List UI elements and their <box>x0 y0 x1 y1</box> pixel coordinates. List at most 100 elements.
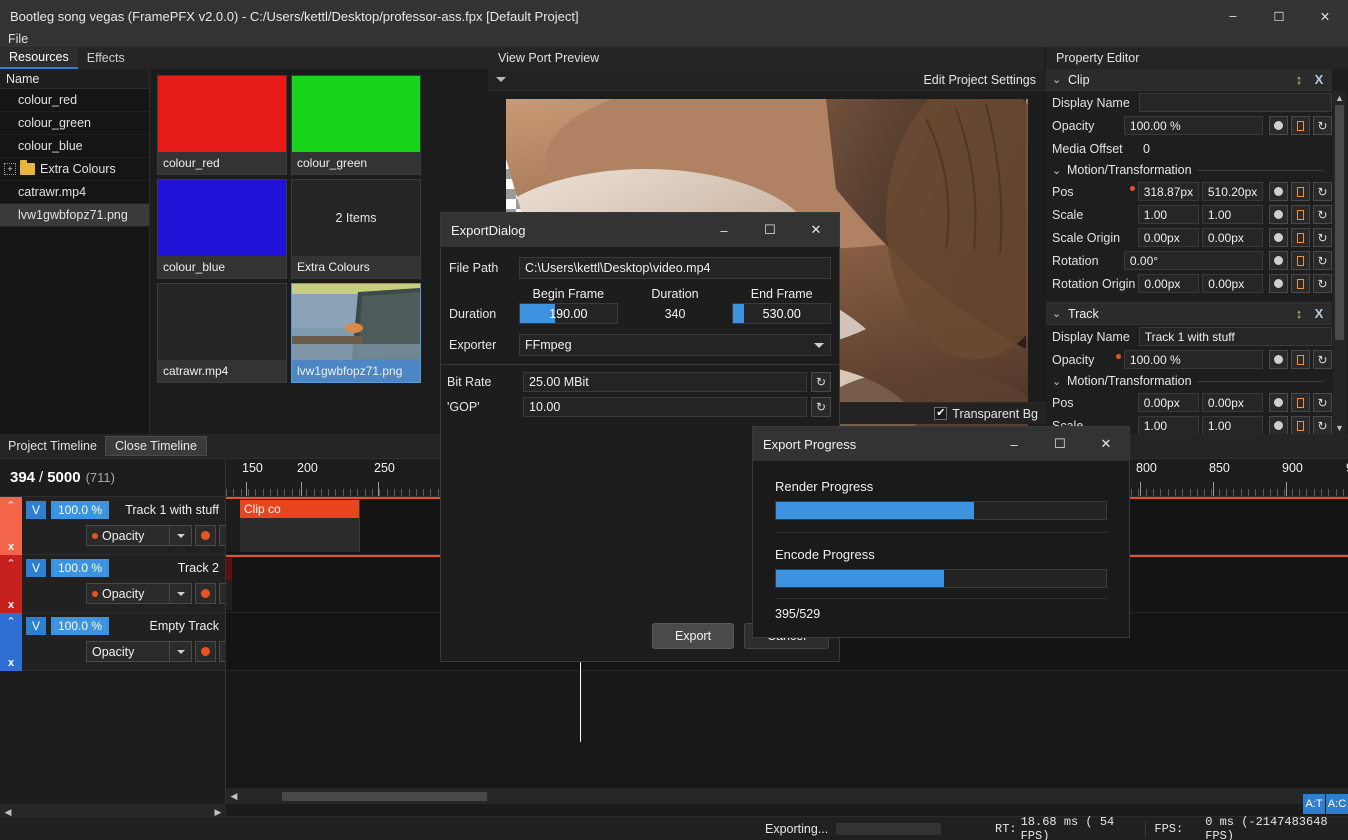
tab-effects[interactable]: Effects <box>78 47 134 69</box>
audio-badge-at[interactable]: A:T <box>1303 794 1325 814</box>
resource-card[interactable]: lvw1gwbfopz71.png <box>291 283 421 383</box>
gop-input[interactable]: 10.00 <box>523 397 807 417</box>
property-input[interactable]: Track 1 with stuff <box>1138 327 1332 346</box>
reset-icon[interactable]: ↻ <box>1313 393 1333 412</box>
track-move-up-icon[interactable]: ⌃ <box>6 615 15 628</box>
export-dialog-close[interactable]: ✕ <box>793 213 839 247</box>
property-subsection-header[interactable]: ⌄ Motion/Transformation <box>1046 371 1332 391</box>
menu-item-file[interactable]: File <box>0 32 36 47</box>
chevron-down-icon[interactable]: ⌄ <box>1052 164 1062 177</box>
property-input-y[interactable]: 0.00px <box>1201 228 1264 247</box>
reset-icon[interactable]: ↻ <box>1313 416 1333 434</box>
resource-tree-item[interactable]: catrawr.mp4 <box>0 181 149 204</box>
minimize-button[interactable]: – <box>1210 0 1256 32</box>
close-icon[interactable]: X <box>1312 306 1326 321</box>
keyframe-toggle-button[interactable] <box>1269 116 1288 135</box>
bit-rate-input[interactable]: 25.00 MBit <box>523 372 807 392</box>
chevron-down-icon[interactable] <box>170 641 192 662</box>
automation-button[interactable] <box>1291 205 1311 224</box>
close-button[interactable]: ✕ <box>1302 0 1348 32</box>
track-delete-icon[interactable]: x <box>8 657 14 669</box>
property-group-header[interactable]: ⌄ Track ↕ X <box>1046 303 1332 325</box>
reset-icon[interactable]: ↻ <box>1313 350 1332 369</box>
keyframe-toggle-button[interactable] <box>1269 182 1289 201</box>
property-input[interactable]: 100.00 % <box>1123 350 1263 369</box>
keyframe-toggle-button[interactable] <box>1269 350 1288 369</box>
resource-card[interactable]: colour_green <box>291 75 421 175</box>
keyframe-toggle-button[interactable] <box>195 641 216 662</box>
chevron-down-icon[interactable] <box>170 525 192 546</box>
timeline-hscrollbar[interactable]: ◀ <box>226 788 1348 804</box>
tab-resources[interactable]: Resources <box>0 47 78 69</box>
export-dialog-maximize[interactable]: ☐ <box>747 213 793 247</box>
automation-button[interactable] <box>1291 251 1310 270</box>
scroll-up-icon[interactable]: ▲ <box>1333 91 1346 104</box>
chevron-down-icon[interactable]: ⌄ <box>1052 307 1062 320</box>
keyframe-toggle-button[interactable] <box>1269 228 1289 247</box>
automation-button[interactable] <box>1291 116 1310 135</box>
track-header[interactable]: ⌃ x V 100.0 % Track 2 Opacity <box>0 555 240 613</box>
track-delete-icon[interactable]: x <box>8 541 14 553</box>
reset-icon[interactable]: ↻ <box>1313 182 1333 201</box>
progress-dialog-close[interactable]: ✕ <box>1083 427 1129 461</box>
automation-param-select[interactable]: Opacity <box>86 525 170 546</box>
keyframe-toggle-button[interactable] <box>1269 416 1289 434</box>
resource-tree-item[interactable]: lvw1gwbfopz71.png <box>0 204 149 227</box>
edit-project-settings-link[interactable]: Edit Project Settings <box>923 73 1036 87</box>
property-scrollbar[interactable]: ▲ ▼ <box>1333 91 1346 434</box>
track-visibility-badge[interactable]: V <box>26 559 46 577</box>
property-input-x[interactable]: 1.00 <box>1137 205 1199 224</box>
track-color-stripe[interactable]: ⌃ x <box>0 613 22 671</box>
property-input-x[interactable]: 318.87px <box>1137 182 1199 201</box>
resource-tree-item[interactable]: colour_green <box>0 112 149 135</box>
track-header[interactable]: ⌃ x V 100.0 % Track 1 with stuff Opacity <box>0 497 240 555</box>
track-opacity-badge[interactable]: 100.0 % <box>51 559 110 577</box>
automation-button[interactable] <box>1291 416 1311 434</box>
property-input-x[interactable]: 0.00px <box>1138 274 1200 293</box>
close-timeline-button[interactable]: Close Timeline <box>104 436 207 456</box>
keyframe-toggle-button[interactable] <box>1269 251 1288 270</box>
property-subsection-header[interactable]: ⌄ Motion/Transformation <box>1046 160 1332 180</box>
export-dialog-minimize[interactable]: – <box>701 213 747 247</box>
automation-button[interactable] <box>1291 350 1310 369</box>
property-input-x[interactable]: 1.00 <box>1137 416 1199 434</box>
property-input-x[interactable]: 0.00px <box>1137 393 1199 412</box>
scroll-down-icon[interactable]: ▼ <box>1333 421 1346 434</box>
timeline-clip[interactable]: Clip co <box>240 500 360 552</box>
keyframe-toggle-button[interactable] <box>1269 205 1289 224</box>
progress-dialog-minimize[interactable]: – <box>991 427 1037 461</box>
keyframe-toggle-button[interactable] <box>195 583 216 604</box>
audio-badge-ac[interactable]: A:C <box>1326 794 1348 814</box>
keyframe-toggle-button[interactable] <box>1269 274 1288 293</box>
close-icon[interactable]: X <box>1312 72 1326 87</box>
chevron-down-icon[interactable]: ⌄ <box>1052 375 1062 388</box>
automation-button[interactable] <box>1291 228 1311 247</box>
transparent-bg-toggle[interactable]: ✔ Transparent Bg <box>934 407 1038 421</box>
resource-card[interactable]: colour_blue <box>157 179 287 279</box>
chevron-down-icon[interactable]: ⌄ <box>1052 73 1062 86</box>
end-frame-slider[interactable]: 530.00 <box>732 303 832 324</box>
resource-card[interactable]: colour_red <box>157 75 287 175</box>
chevron-down-icon[interactable] <box>170 583 192 604</box>
track-move-up-icon[interactable]: ⌃ <box>6 499 15 512</box>
automation-button[interactable] <box>1291 182 1311 201</box>
resource-tree-item[interactable]: colour_red <box>0 89 149 112</box>
track-color-stripe[interactable]: ⌃ x <box>0 555 22 613</box>
file-path-input[interactable]: C:\Users\kettl\Desktop\video.mp4 <box>519 257 831 279</box>
gop-reset-icon[interactable]: ↻ <box>811 397 831 417</box>
property-input-y[interactable]: 0.00px <box>1202 274 1263 293</box>
property-input[interactable]: 100.00 % <box>1123 116 1263 135</box>
resource-card[interactable]: catrawr.mp4 <box>157 283 287 383</box>
property-input-y[interactable]: 510.20px <box>1201 182 1264 201</box>
automation-param-select[interactable]: Opacity <box>86 641 170 662</box>
progress-dialog-maximize[interactable]: ☐ <box>1037 427 1083 461</box>
property-group-header[interactable]: ⌄ Clip ↕ X <box>1046 69 1332 91</box>
exporter-select[interactable]: FFmpeg <box>519 334 831 356</box>
hscroll-thumb[interactable] <box>282 791 487 801</box>
automation-param-select[interactable]: Opacity <box>86 583 170 604</box>
reset-icon[interactable]: ↻ <box>1313 205 1333 224</box>
reset-icon[interactable]: ↻ <box>1313 274 1332 293</box>
reorder-icon[interactable]: ↕ <box>1292 72 1306 87</box>
track-header[interactable]: ⌃ x V 100.0 % Empty Track Opacity <box>0 613 240 671</box>
property-input-x[interactable]: 0.00px <box>1137 228 1199 247</box>
